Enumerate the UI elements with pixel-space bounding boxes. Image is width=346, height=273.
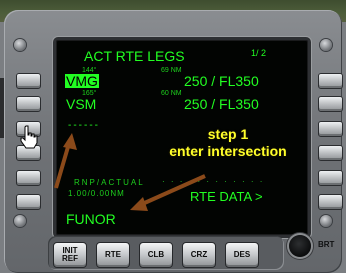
annotation-text: step 1 enter intersection bbox=[158, 126, 298, 160]
des-button[interactable]: DES bbox=[225, 242, 259, 268]
clb-button[interactable]: CLB bbox=[139, 242, 173, 268]
annotation-line-1: step 1 bbox=[207, 126, 249, 142]
brt-label: BRT bbox=[318, 240, 335, 249]
arrow-down-icon bbox=[139, 174, 206, 207]
arrowhead-icon bbox=[63, 133, 77, 150]
annotation-line-2: enter intersection bbox=[169, 143, 287, 159]
hand-cursor-icon bbox=[20, 125, 38, 149]
brightness-knob[interactable] bbox=[289, 235, 311, 257]
crz-button[interactable]: CRZ bbox=[182, 242, 216, 268]
init-ref-button[interactable]: INIT REF bbox=[53, 242, 87, 268]
init-ref-label-2: REF bbox=[62, 254, 78, 263]
rte-button[interactable]: RTE bbox=[96, 242, 130, 268]
arrowhead-icon bbox=[130, 197, 148, 211]
